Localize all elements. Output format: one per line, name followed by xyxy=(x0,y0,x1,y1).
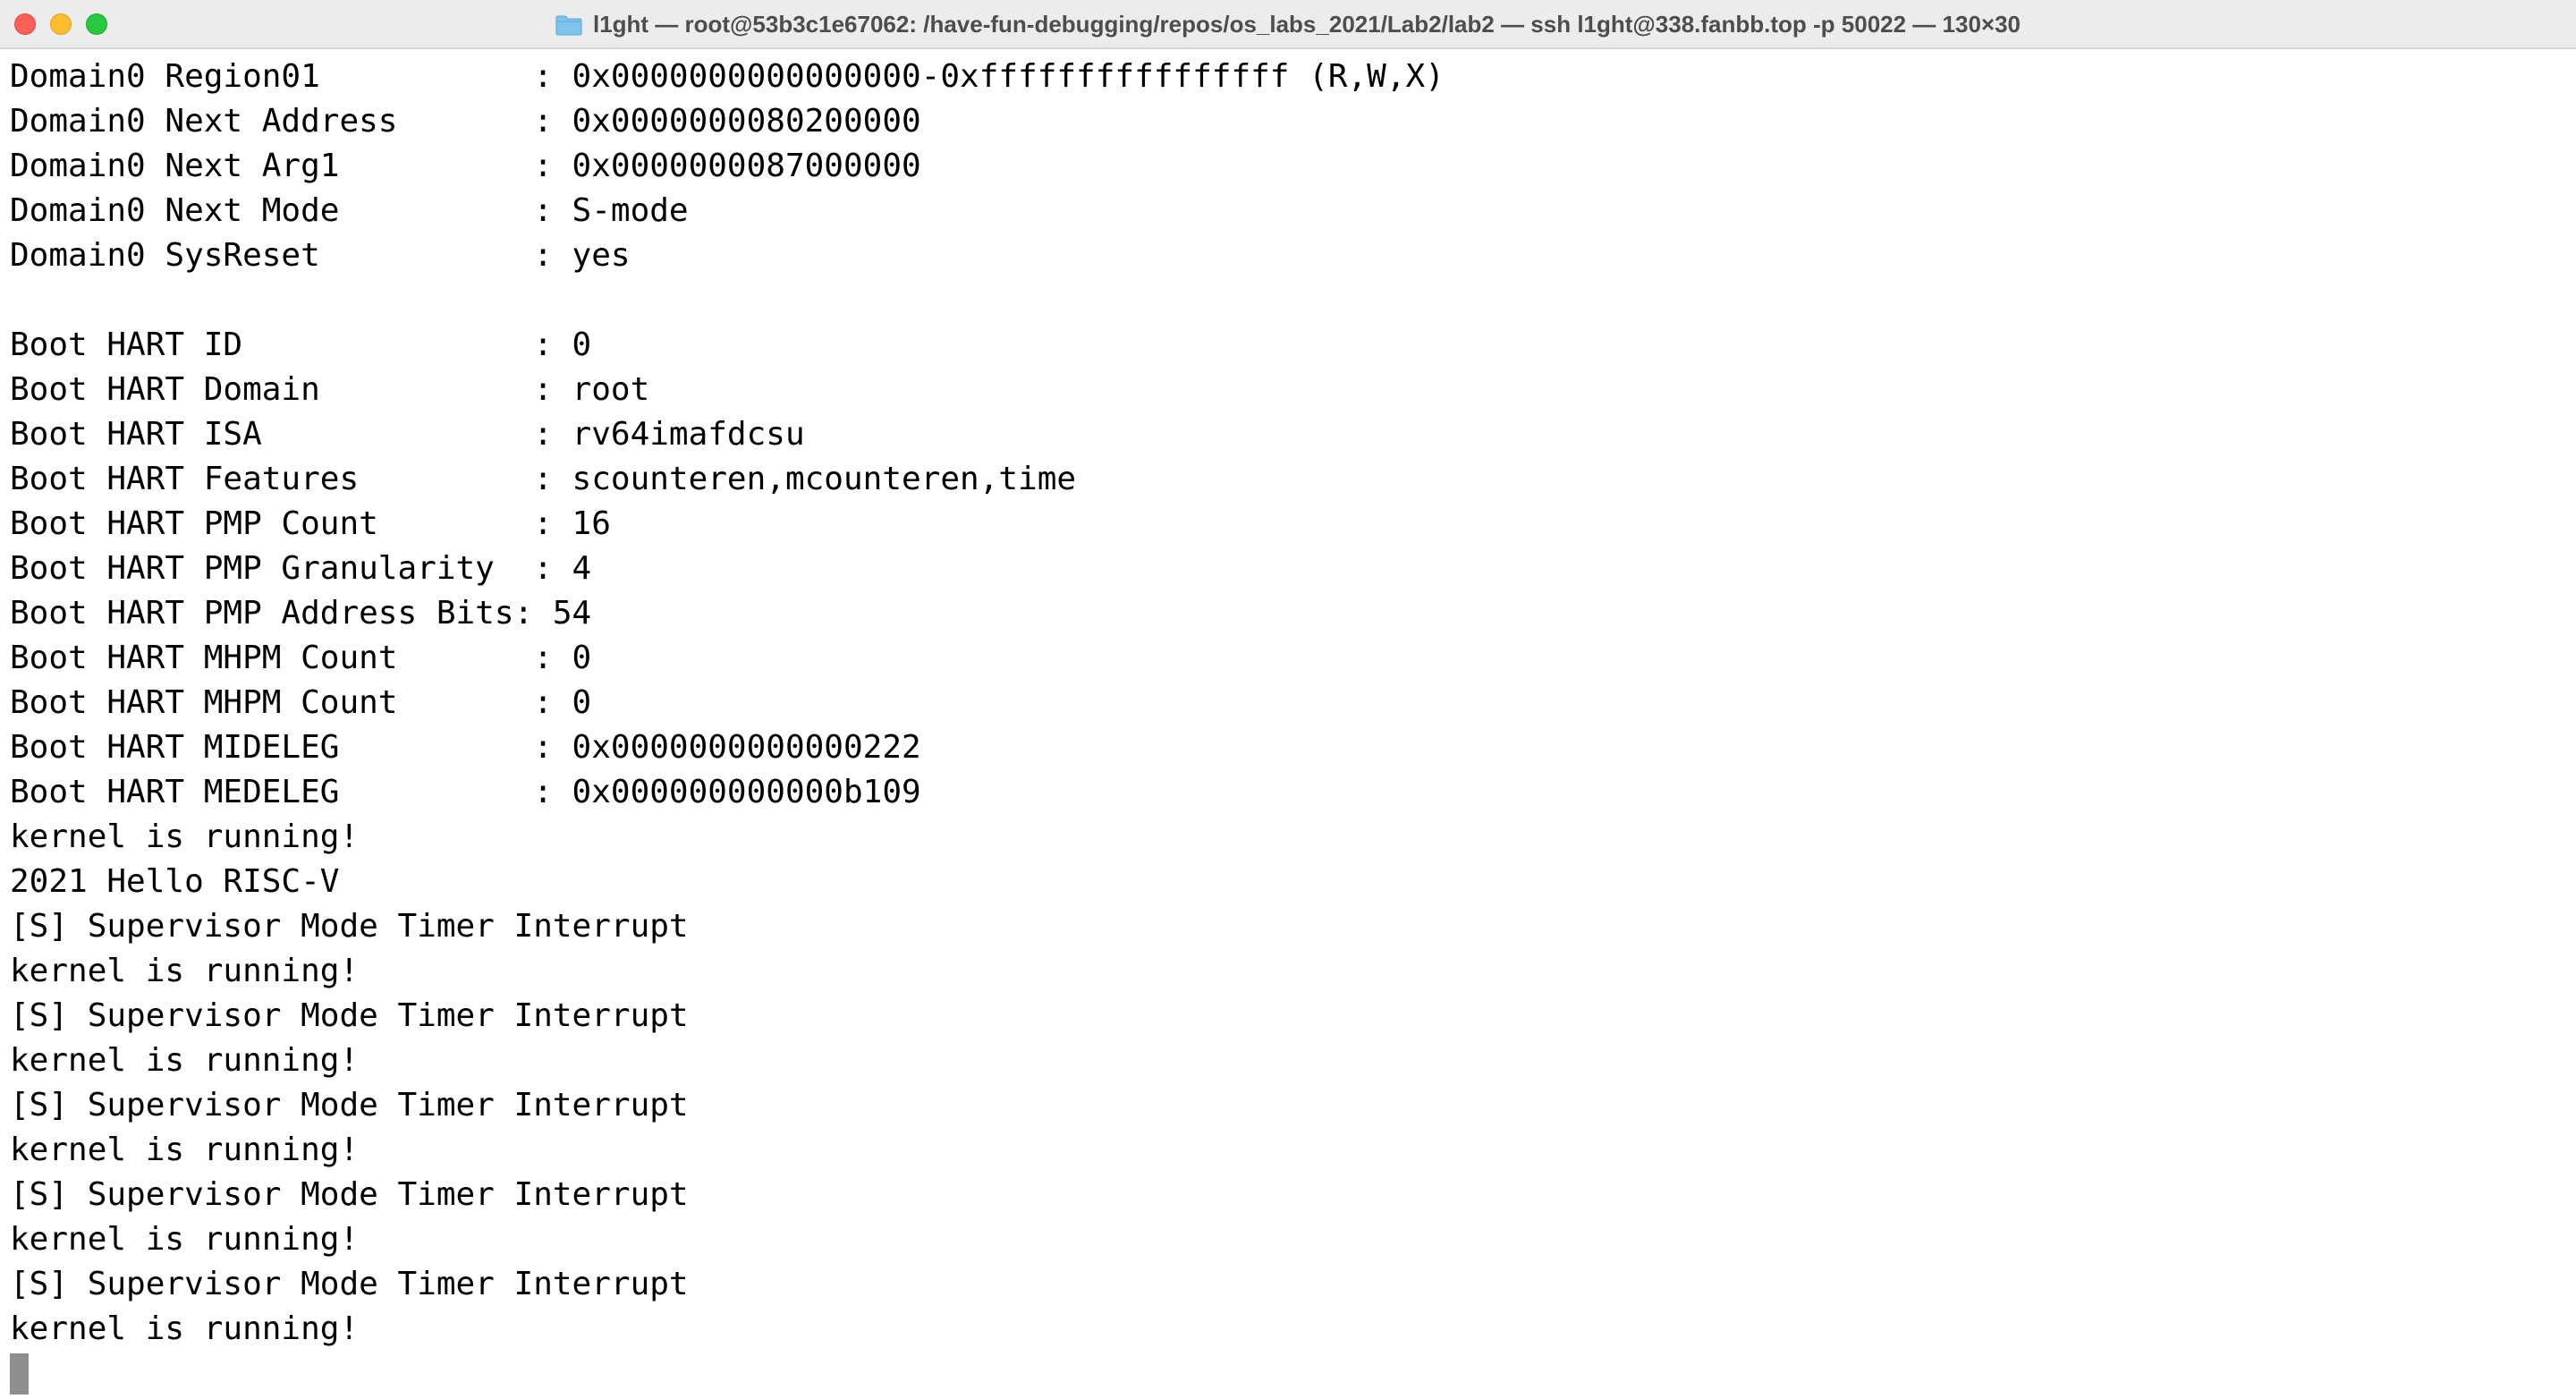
zoom-button[interactable] xyxy=(86,13,107,35)
text-cursor xyxy=(10,1353,29,1395)
terminal-line: Boot HART Features : scounteren,mcounter… xyxy=(10,461,1077,497)
terminal-line: Boot HART ISA : rv64imafdcsu xyxy=(10,416,805,453)
terminal-line: Boot HART MIDELEG : 0x0000000000000222 xyxy=(10,729,921,766)
terminal-line: Boot HART ID : 0 xyxy=(10,326,592,363)
terminal-line: Boot HART PMP Address Bits: 54 xyxy=(10,595,592,632)
prompt-line[interactable] xyxy=(10,1352,2576,1396)
terminal-line: Boot HART Domain : root xyxy=(10,371,650,408)
terminal-line: [S] Supervisor Mode Timer Interrupt xyxy=(10,1266,689,1302)
folder-icon xyxy=(555,14,582,36)
terminal-line: Boot HART MHPM Count : 0 xyxy=(10,684,592,721)
terminal-line: Boot HART MHPM Count : 0 xyxy=(10,640,592,676)
terminal-line: Boot HART MEDELEG : 0x000000000000b109 xyxy=(10,774,921,810)
terminal-line: [S] Supervisor Mode Timer Interrupt xyxy=(10,1087,689,1123)
terminal-line: kernel is running! xyxy=(10,1132,360,1168)
minimize-button[interactable] xyxy=(50,13,72,35)
terminal-line: kernel is running! xyxy=(10,1310,360,1347)
terminal-line: Domain0 SysReset : yes xyxy=(10,237,631,274)
terminal-line: Boot HART PMP Count : 16 xyxy=(10,505,611,542)
terminal-line: 2021 Hello RISC-V xyxy=(10,863,340,900)
terminal-line: kernel is running! xyxy=(10,1042,360,1079)
window-title: l1ght — root@53b3c1e67062: /have-fun-deb… xyxy=(592,11,2021,38)
close-button[interactable] xyxy=(14,13,36,35)
terminal-line: [S] Supervisor Mode Timer Interrupt xyxy=(10,997,689,1034)
terminal-line: kernel is running! xyxy=(10,818,360,855)
terminal-line: [S] Supervisor Mode Timer Interrupt xyxy=(10,1176,689,1213)
title-bar[interactable]: l1ght — root@53b3c1e67062: /have-fun-deb… xyxy=(0,0,2576,49)
terminal-output[interactable]: Domain0 Region01 : 0x0000000000000000-0x… xyxy=(0,51,2576,1399)
terminal-line: kernel is running! xyxy=(10,1221,360,1258)
terminal-line: Domain0 Next Address : 0x000000008020000… xyxy=(10,103,921,140)
window-title-group: l1ght — root@53b3c1e67062: /have-fun-deb… xyxy=(555,11,2021,38)
terminal-line: Domain0 Region01 : 0x0000000000000000-0x… xyxy=(10,58,1445,95)
terminal-line: [S] Supervisor Mode Timer Interrupt xyxy=(10,908,689,945)
terminal-line: kernel is running! xyxy=(10,953,360,989)
terminal-line: Domain0 Next Mode : S-mode xyxy=(10,192,689,229)
terminal-window: l1ght — root@53b3c1e67062: /have-fun-deb… xyxy=(0,0,2576,1399)
terminal-line: Domain0 Next Arg1 : 0x0000000087000000 xyxy=(10,148,921,184)
terminal-line: Boot HART PMP Granularity : 4 xyxy=(10,550,592,587)
